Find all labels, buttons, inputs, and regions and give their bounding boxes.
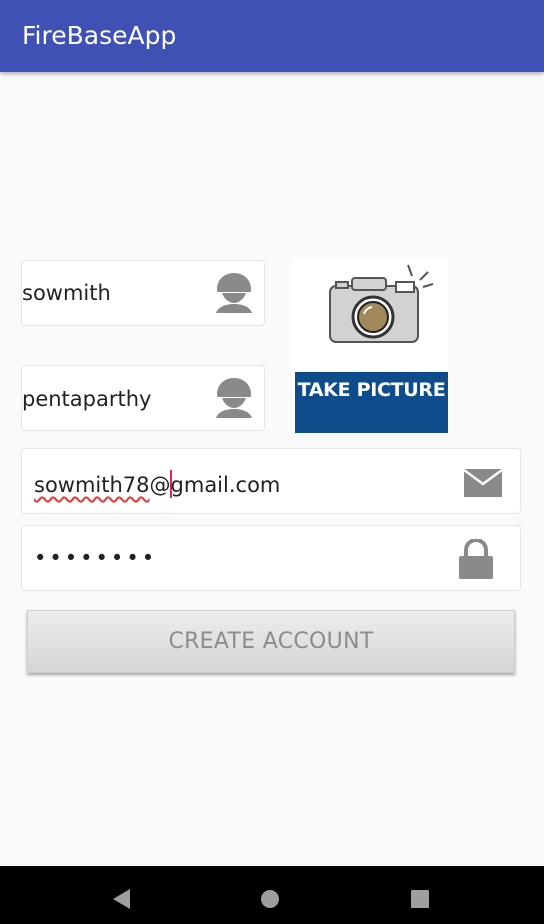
home-button[interactable]: [230, 866, 310, 924]
lock-icon: [458, 538, 494, 584]
main-content: sowmith pentaparthy TAKE PICTURE sowmith…: [0, 72, 544, 866]
first-name-input[interactable]: sowmith: [22, 281, 111, 305]
email-input[interactable]: sowmith78@gmail.com: [34, 470, 280, 498]
email-spellcheck-text: sowmith78: [34, 473, 150, 497]
recents-button[interactable]: [380, 866, 460, 924]
app-title: FireBaseApp: [22, 21, 177, 50]
camera-icon: [328, 262, 434, 349]
recents-icon: [411, 890, 429, 908]
last-name-input[interactable]: pentaparthy: [22, 387, 151, 411]
password-field[interactable]: ••••••••: [21, 525, 521, 591]
create-account-button[interactable]: CREATE ACCOUNT: [27, 610, 515, 673]
person-icon: [214, 273, 254, 320]
email-domain-text: gmail.com: [170, 473, 281, 497]
take-picture-image-button[interactable]: TAKE PICTURE: [292, 260, 448, 433]
email-at-sign: @: [149, 473, 171, 497]
email-field[interactable]: sowmith78@gmail.com: [21, 448, 521, 514]
back-button[interactable]: [82, 866, 162, 924]
system-nav-bar: [0, 866, 544, 924]
app-bar: FireBaseApp: [0, 0, 544, 72]
home-icon: [261, 890, 279, 908]
person-icon: [214, 378, 254, 425]
password-input[interactable]: ••••••••: [34, 546, 157, 570]
back-icon: [113, 889, 130, 909]
last-name-field[interactable]: pentaparthy: [21, 365, 265, 431]
take-picture-label: TAKE PICTURE: [295, 372, 448, 433]
mail-icon: [463, 468, 503, 502]
first-name-field[interactable]: sowmith: [21, 260, 265, 326]
